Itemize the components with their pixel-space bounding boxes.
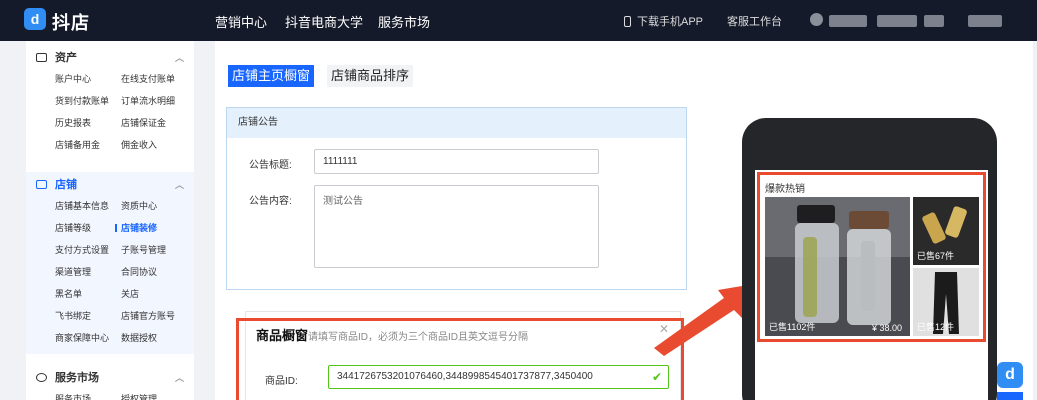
sidebar-item[interactable]: 渠道管理	[55, 264, 121, 280]
sidebar-item[interactable]: 飞书绑定	[55, 308, 121, 324]
product-image-bottles[interactable]: 已售1102件 ¥ 38.00	[765, 197, 910, 336]
sold-count: 已售1102件	[769, 322, 816, 332]
sidebar-assets-title: 资产	[55, 52, 77, 64]
sidebar-item[interactable]: 店铺等级	[55, 220, 121, 236]
product-id-input[interactable]: 3441726753201076460,3448998545401737877,…	[328, 365, 669, 389]
blurred-shop-name	[877, 15, 917, 27]
nav-service-market[interactable]: 服务市场	[378, 12, 430, 31]
sidebar-section-assets-header[interactable]: 资产 ︿	[26, 45, 194, 71]
nav-marketing[interactable]: 营销中心	[215, 12, 267, 31]
download-app-link[interactable]: 下载手机APP	[624, 13, 703, 29]
sidebar-section-market-header[interactable]: 服务市场 ︿	[26, 365, 194, 391]
customer-service-link[interactable]: 客服工作台	[727, 13, 782, 29]
sidebar-item[interactable]: 服务市场	[55, 391, 121, 400]
notice-content-textarea[interactable]: 测试公告	[314, 185, 599, 268]
sidebar-item[interactable]: 店铺备用金	[55, 137, 121, 153]
sidebar-section-store-header[interactable]: 店铺 ︿	[26, 172, 194, 198]
product-image-lighter[interactable]: 已售67件	[913, 197, 979, 265]
chevron-up-icon: ︿	[174, 373, 184, 383]
floating-doudian-icon[interactable]: d	[997, 362, 1023, 388]
sold-count: 已售12件	[917, 322, 955, 332]
sidebar-item[interactable]: 历史报表	[55, 115, 121, 131]
sidebar-section-assets: 资产 ︿ 账户中心 在线支付账单 货到付款账单 订单流水明细 历史报表 店铺保证…	[26, 45, 194, 153]
sidebar-item[interactable]: 订单流水明细	[121, 93, 201, 109]
blurred-account	[968, 15, 1002, 27]
mobile-phone-icon	[624, 16, 631, 27]
chevron-up-icon: ︿	[174, 53, 184, 63]
sidebar-item[interactable]: 店铺官方账号	[121, 308, 201, 324]
sidebar-item[interactable]: 在线支付账单	[121, 71, 201, 87]
product-image-pants[interactable]: 已售12件	[913, 268, 979, 336]
sidebar-item[interactable]: 店铺保证金	[121, 115, 201, 131]
sidebar-market-title: 服务市场	[55, 372, 99, 384]
notice-title-input[interactable]: 1111111	[314, 149, 599, 174]
sidebar-store-title: 店铺	[55, 179, 77, 191]
apps-icon	[36, 373, 47, 382]
sidebar-item[interactable]: 子账号管理	[121, 242, 201, 258]
check-icon: ✔	[651, 370, 662, 384]
product-id-value: 3441726753201076460,3448998545401737877,…	[337, 371, 593, 382]
sidebar-item[interactable]: 资质中心	[121, 198, 201, 214]
sidebar-item[interactable]: 数据授权	[121, 330, 201, 346]
notice-title-label: 公告标题:	[249, 160, 292, 171]
tab-product-sort[interactable]: 店铺商品排序	[327, 65, 414, 87]
notice-card-header: 店铺公告	[227, 108, 686, 138]
product-id-label: 商品ID:	[265, 376, 298, 387]
logo-text: 抖店	[52, 13, 90, 33]
sidebar-item[interactable]: 账户中心	[55, 71, 121, 87]
sold-count: 已售67件	[917, 251, 955, 261]
blurred-username	[829, 15, 867, 27]
notice-content-label: 公告内容:	[249, 196, 292, 207]
download-app-label: 下载手机APP	[637, 16, 704, 28]
sidebar-section-store: 店铺 ︿ 店铺基本信息 资质中心 店铺等级 店铺装修 支付方式设置 子账号管理 …	[26, 172, 194, 354]
tab-store-showcase[interactable]: 店铺主页橱窗	[228, 65, 315, 87]
floating-grid-button[interactable]	[997, 392, 1023, 400]
hot-sale-title: 爆款热销	[765, 184, 805, 195]
store-icon	[36, 180, 47, 189]
sidebar-item-store-decoration[interactable]: 店铺装修	[115, 220, 201, 236]
sidebar-item[interactable]: 货到付款账单	[55, 93, 121, 109]
nav-university[interactable]: 抖音电商大学	[285, 12, 363, 31]
shelf-title: 商品橱窗	[256, 328, 309, 343]
sidebar-item[interactable]: 合同协议	[121, 264, 201, 280]
blurred-info	[924, 15, 944, 27]
sidebar-item[interactable]: 店铺基本信息	[55, 198, 121, 214]
avatar[interactable]	[810, 13, 823, 26]
sidebar-item[interactable]: 关店	[121, 286, 201, 302]
price: ¥ 38.00	[871, 323, 902, 333]
sidebar: 资产 ︿ 账户中心 在线支付账单 货到付款账单 订单流水明细 历史报表 店铺保证…	[26, 41, 194, 400]
sidebar-item[interactable]: 黑名单	[55, 286, 121, 302]
chevron-up-icon: ︿	[174, 180, 184, 190]
top-bar: d 抖店 营销中心 抖音电商大学 服务市场 下载手机APP 客服工作台	[0, 0, 1037, 41]
sidebar-item[interactable]: 授权管理	[121, 391, 201, 400]
shelf-tip: 请填写商品ID，必须为三个商品ID且英文逗号分隔	[308, 332, 528, 343]
sidebar-section-market: 服务市场 ︿ 服务市场 授权管理	[26, 365, 194, 400]
sidebar-item[interactable]: 商家保障中心	[55, 330, 121, 346]
sidebar-item[interactable]: 佣金收入	[121, 137, 201, 153]
doudian-logo-icon[interactable]: d	[24, 8, 46, 30]
wallet-icon	[36, 53, 47, 62]
sidebar-item[interactable]: 支付方式设置	[55, 242, 121, 258]
